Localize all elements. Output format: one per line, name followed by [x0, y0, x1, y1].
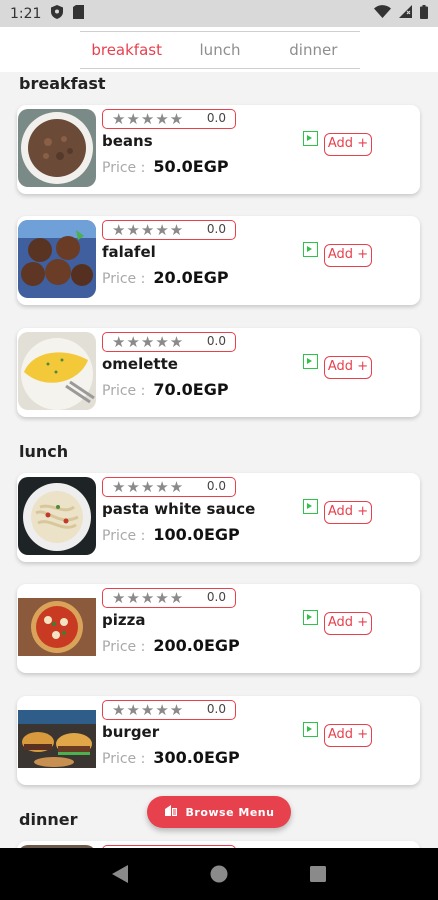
sim-card-icon	[73, 4, 85, 23]
star-rating-icons: ★★★★★	[112, 589, 185, 607]
price-row: Price : 70.0EGP	[102, 380, 229, 399]
price-row: Price : 300.0EGP	[102, 748, 240, 767]
price-label: Price :	[102, 383, 146, 399]
back-triangle-icon	[111, 865, 128, 883]
menu-book-icon	[164, 804, 178, 820]
price-value: 20.0EGP	[153, 268, 229, 287]
beans-image	[18, 109, 96, 187]
rating-badge: ★★★★★ 0.0	[102, 588, 236, 608]
tab-dinner[interactable]: dinner	[267, 32, 360, 68]
section-title-dinner: dinner	[19, 810, 78, 829]
veg-indicator-icon	[303, 131, 318, 146]
price-value: 50.0EGP	[153, 157, 229, 176]
item-name: beans	[102, 132, 153, 150]
rating-badge: ★★★★★ 0.0	[102, 220, 236, 240]
veg-indicator-icon	[303, 354, 318, 369]
category-tab-bar: breakfast lunch dinner	[0, 27, 438, 72]
item-name: burger	[102, 723, 160, 741]
rating-value: 0.0	[206, 111, 226, 125]
tab-lunch[interactable]: lunch	[173, 32, 266, 68]
home-circle-icon	[210, 865, 228, 883]
section-title-breakfast: breakfast	[19, 74, 106, 93]
browse-menu-button[interactable]: Browse Menu	[147, 796, 291, 828]
wifi-icon	[374, 5, 391, 22]
rating-value: 0.0	[206, 702, 226, 716]
status-time: 1:21	[10, 5, 42, 22]
recents-button[interactable]	[298, 854, 338, 894]
burger-image	[18, 700, 96, 778]
add-to-cart-button[interactable]: Add +	[324, 244, 372, 267]
item-name: falafel	[102, 243, 156, 261]
price-label: Price :	[102, 271, 146, 287]
price-label: Price :	[102, 639, 146, 655]
item-name: pizza	[102, 611, 146, 629]
rating-value: 0.0	[206, 334, 226, 348]
menu-item-card[interactable]: ★★★★★ 0.0 omelette Price : 70.0EGP Add +	[17, 328, 420, 417]
veg-indicator-icon	[303, 722, 318, 737]
section-title-lunch: lunch	[19, 442, 69, 461]
status-bar: 1:21	[0, 0, 438, 27]
browse-menu-label: Browse Menu	[185, 805, 275, 819]
veg-indicator-icon	[303, 499, 318, 514]
price-label: Price :	[102, 160, 146, 176]
omelette-image	[18, 332, 96, 410]
shield-icon	[51, 4, 64, 23]
pizza-image	[18, 588, 96, 666]
price-label: Price :	[102, 751, 146, 767]
system-navigation-bar	[0, 848, 438, 900]
menu-list[interactable]: breakfast ★★★★★ 0.0 beans Price : 50.0EG…	[0, 72, 438, 848]
item-name: omelette	[102, 355, 178, 373]
star-rating-icons: ★★★★★	[112, 701, 185, 719]
back-button[interactable]	[100, 854, 140, 894]
tab-breakfast[interactable]: breakfast	[80, 32, 173, 68]
rating-value: 0.0	[206, 590, 226, 604]
star-rating-icons: ★★★★★	[112, 333, 185, 351]
price-row: Price : 200.0EGP	[102, 636, 240, 655]
price-value: 70.0EGP	[153, 380, 229, 399]
recents-square-icon	[310, 866, 327, 882]
battery-icon	[420, 4, 428, 23]
pasta-image	[18, 477, 96, 555]
add-to-cart-button[interactable]: Add +	[324, 612, 372, 635]
rating-badge: ★★★★★ 0.0	[102, 109, 236, 129]
add-to-cart-button[interactable]: Add +	[324, 501, 372, 524]
falafel-image	[18, 220, 96, 298]
price-row: Price : 50.0EGP	[102, 157, 229, 176]
add-to-cart-button[interactable]: Add +	[324, 724, 372, 747]
menu-item-card[interactable]: ★★★★★ 0.0 falafel Price : 20.0EGP Add +	[17, 216, 420, 305]
star-rating-icons: ★★★★★	[112, 478, 185, 496]
menu-item-card[interactable]	[17, 841, 420, 848]
price-row: Price : 20.0EGP	[102, 268, 229, 287]
rating-badge: ★★★★★ 0.0	[102, 332, 236, 352]
menu-item-card[interactable]: ★★★★★ 0.0 pasta white sauce Price : 100.…	[17, 473, 420, 562]
rating-value: 0.0	[206, 479, 226, 493]
menu-item-card[interactable]: ★★★★★ 0.0 burger Price : 300.0EGP Add +	[17, 696, 420, 785]
signal-icon	[399, 5, 412, 22]
star-rating-icons: ★★★★★	[112, 221, 185, 239]
star-rating-icons: ★★★★★	[112, 110, 185, 128]
rating-badge: ★★★★★ 0.0	[102, 477, 236, 497]
add-to-cart-button[interactable]: Add +	[324, 356, 372, 379]
price-label: Price :	[102, 528, 146, 544]
home-button[interactable]	[199, 854, 239, 894]
price-value: 200.0EGP	[153, 636, 240, 655]
menu-item-card[interactable]: ★★★★★ 0.0 beans Price : 50.0EGP Add +	[17, 105, 420, 194]
price-value: 100.0EGP	[153, 525, 240, 544]
rating-badge: ★★★★★ 0.0	[102, 700, 236, 720]
price-value: 300.0EGP	[153, 748, 240, 767]
veg-indicator-icon	[303, 242, 318, 257]
rating-value: 0.0	[206, 222, 226, 236]
price-row: Price : 100.0EGP	[102, 525, 240, 544]
menu-item-card[interactable]: ★★★★★ 0.0 pizza Price : 200.0EGP Add +	[17, 584, 420, 673]
veg-indicator-icon	[303, 610, 318, 625]
item-name: pasta white sauce	[102, 500, 256, 518]
add-to-cart-button[interactable]: Add +	[324, 133, 372, 156]
